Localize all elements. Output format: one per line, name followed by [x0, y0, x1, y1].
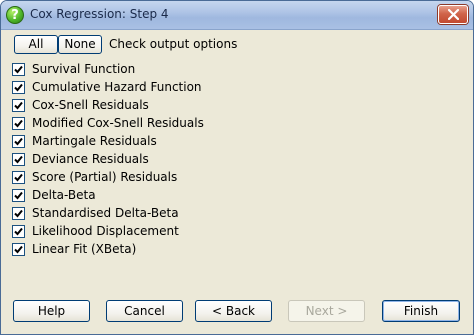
finish-button[interactable]: Finish [382, 300, 460, 322]
option-label: Score (Partial) Residuals [32, 170, 178, 184]
check-mark-icon [14, 137, 23, 146]
option-label: Cox-Snell Residuals [32, 98, 149, 112]
check-mark-icon [14, 101, 23, 110]
check-mark-icon [14, 245, 23, 254]
option-label: Standardised Delta-Beta [32, 206, 179, 220]
check-mark-icon [14, 173, 23, 182]
help-button[interactable]: Help [13, 300, 90, 322]
checkbox[interactable] [12, 225, 25, 238]
option-label: Martingale Residuals [32, 134, 157, 148]
checkbox[interactable] [12, 81, 25, 94]
select-all-button[interactable]: All [14, 35, 58, 54]
checkbox[interactable] [12, 207, 25, 220]
check-mark-icon [14, 209, 23, 218]
back-button[interactable]: < Back [195, 300, 272, 322]
checkbox[interactable] [12, 171, 25, 184]
option-label: Survival Function [32, 62, 136, 76]
checkbox[interactable] [12, 243, 25, 256]
checkbox[interactable] [12, 63, 25, 76]
dialog-window: ? Cox Regression: Step 4 All None Check … [0, 0, 474, 335]
option-label: Deviance Residuals [32, 152, 149, 166]
check-mark-icon [14, 191, 23, 200]
close-button[interactable] [438, 5, 468, 24]
option-label: Linear Fit (XBeta) [32, 242, 137, 256]
checkbox[interactable] [12, 99, 25, 112]
check-mark-icon [14, 227, 23, 236]
next-button[interactable]: Next > [288, 300, 365, 322]
window-title: Cox Regression: Step 4 [30, 7, 169, 21]
close-icon [447, 9, 459, 20]
option-label: Modified Cox-Snell Residuals [32, 116, 204, 130]
check-output-label: Check output options [109, 37, 238, 51]
option-label: Cumulative Hazard Function [32, 80, 202, 94]
check-mark-icon [14, 119, 23, 128]
option-label: Likelihood Displacement [32, 224, 179, 238]
cancel-button[interactable]: Cancel [106, 300, 183, 322]
checkbox[interactable] [12, 117, 25, 130]
option-label: Delta-Beta [32, 188, 96, 202]
checkbox[interactable] [12, 189, 25, 202]
check-mark-icon [14, 155, 23, 164]
select-none-button[interactable]: None [58, 35, 102, 54]
checkbox[interactable] [12, 135, 25, 148]
check-mark-icon [14, 83, 23, 92]
help-icon: ? [6, 6, 24, 24]
title-bar[interactable]: ? Cox Regression: Step 4 [1, 1, 473, 30]
checkbox[interactable] [12, 153, 25, 166]
check-mark-icon [14, 65, 23, 74]
